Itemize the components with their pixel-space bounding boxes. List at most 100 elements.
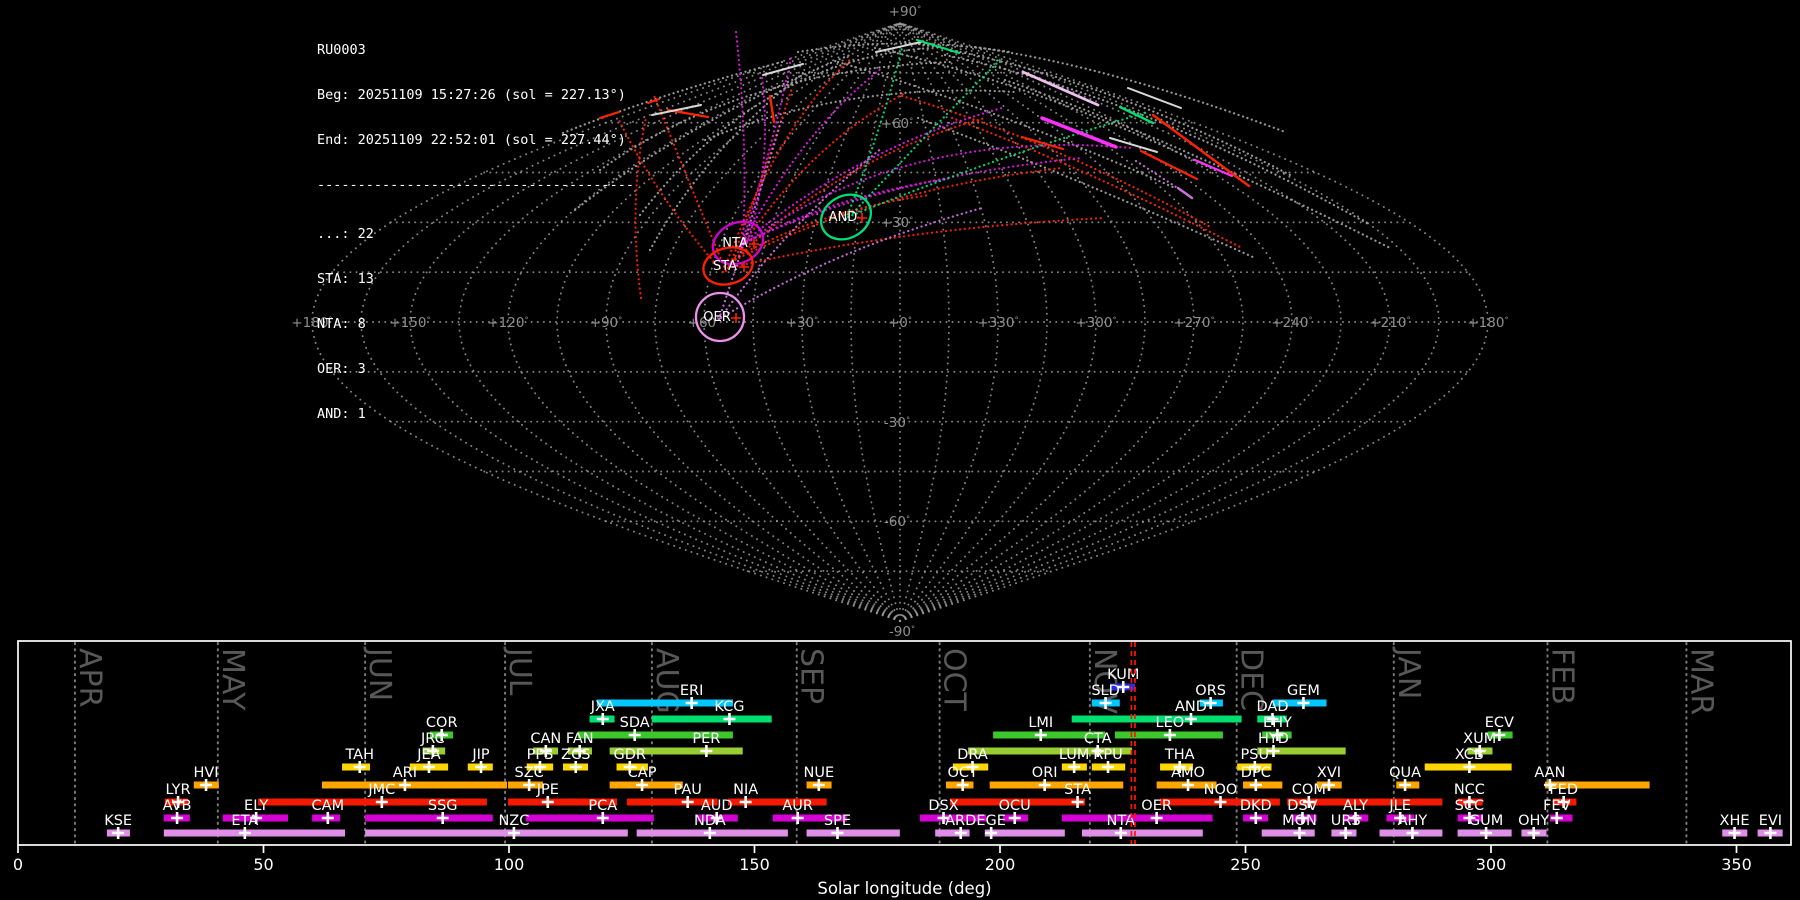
shower-label-OER: OER [1141,798,1172,814]
activity-timeline-chart: APR MAY JUN JUL AUG SEP OCT NOV DEC JAN FEB MARKUME… [13,640,1792,898]
shower-label-NCC: NCC [1454,782,1485,798]
shower-label-LYR: LYR [166,782,191,798]
shower-label-STA: STA [1064,782,1091,798]
shower-label-QUA: QUA [1389,765,1421,781]
month-label-JAN: JAN [1391,646,1426,699]
shower-label-PSU: PSU [1241,747,1270,763]
shower-label-AAN: AAN [1534,765,1565,781]
shower-bar-DPC [1243,781,1283,789]
month-label-SEP: SEP [794,648,829,704]
shower-bar-ETA [163,829,346,837]
shower-label-XVI: XVI [1317,765,1341,781]
shower-bar-NZC [365,829,628,837]
shower-label-GDR: GDR [614,747,646,763]
shower-label-EVI: EVI [1759,813,1782,829]
shower-label-JIP: JIP [471,747,490,763]
shower-label-ETA: ETA [231,813,258,829]
shower-bar-ARI [321,781,508,789]
shower-label-ARD: ARD [945,813,976,829]
month-label-MAR: MAR [1683,648,1718,715]
shower-label-TAH: TAH [344,747,374,763]
shower-label-JPE: JPE [536,782,559,798]
shower-label-HYD: HYD [1258,731,1289,747]
shower-label-SDA: SDA [620,715,650,731]
shower-label-GEM: GEM [1287,683,1320,699]
shower-label-OCU: OCU [999,798,1031,814]
shower-label-LEO: LEO [1156,715,1185,731]
shower-label-EGE: EGE [976,813,1006,829]
shower-label-KSE: KSE [104,813,132,829]
shower-bar-OER [1061,814,1213,822]
shower-label-PER: PER [692,731,720,747]
shower-bar-MON [1261,829,1315,837]
meteor-report-screen: +90° -90° +180° +150° +120° +90° +60° +30° +0° +3… [0,0,1800,900]
shower-bar-ORI [989,781,1124,789]
shower-label-SSG: SSG [428,798,458,814]
x-tick-label-200: 200 [985,855,1016,874]
shower-label-JXA: JXA [590,699,615,715]
shower-label-NOO: NOO [1204,782,1238,798]
shower-label-RPU: RPU [1093,747,1122,763]
month-label-OCT: OCT [937,648,972,712]
shower-label-THA: THA [1164,747,1195,763]
shower-label-FAN: FAN [566,731,594,747]
shower-label-FEV: FEV [1543,798,1571,814]
shower-label-ORS: ORS [1195,683,1226,699]
shower-label-XHE: XHE [1720,813,1750,829]
shower-label-PAU: PAU [674,782,702,798]
shower-label-PCA: PCA [588,798,617,814]
shower-bar-KCG [651,715,772,723]
x-tick-label-100: 100 [494,855,525,874]
shower-label-NUE: NUE [804,765,835,781]
shower-label-DKD: DKD [1240,798,1272,814]
x-axis-title: Solar longitude (deg) [817,879,991,898]
x-tick-label-350: 350 [1721,855,1752,874]
shower-label-NIA: NIA [733,782,758,798]
month-label-APR: APR [72,648,107,707]
shower-label-OCT: OCT [947,765,978,781]
shower-label-NZC: NZC [498,813,529,829]
shower-label-ORI: ORI [1032,765,1058,781]
shower-label-AVB: AVB [163,798,192,814]
shower-bar-NTA [1081,829,1203,837]
month-label-MAY: MAY [215,648,250,711]
shower-label-HVI: HVI [193,765,218,781]
shower-label-JMC: JMC [367,782,395,798]
x-tick-label-50: 50 [253,855,273,874]
x-tick-label-0: 0 [13,855,23,874]
shower-label-PPS: PPS [527,747,554,763]
shower-label-GUM: GUM [1469,813,1503,829]
shower-bar-SSG [365,814,493,822]
shower-label-SPE: SPE [824,813,851,829]
shower-label-NDA: NDA [694,813,726,829]
shower-label-XCB: XCB [1455,747,1484,763]
shower-label-LMI: LMI [1028,715,1053,731]
shower-label-CTA: CTA [1084,731,1112,747]
month-label-JUN: JUN [362,646,397,701]
x-tick-label-300: 300 [1476,855,1507,874]
shower-label-COM: COM [1292,782,1326,798]
shower-label-EHY: EHY [1263,715,1292,731]
shower-label-JLE: JLE [1388,798,1411,814]
month-label-JUL: JUL [502,646,537,696]
shower-label-DRA: DRA [957,747,988,763]
shower-label-JRC: JRC [420,731,445,747]
shower-label-DSV: DSV [1287,798,1317,814]
shower-label-OHY: OHY [1518,813,1549,829]
shower-bar-ERI [596,699,733,707]
shower-label-ECV: ECV [1485,715,1514,731]
shower-label-AUD: AUD [701,798,733,814]
shower-label-SZC: SZC [514,765,543,781]
shower-label-AUR: AUR [782,798,813,814]
shower-label-URS: URS [1331,813,1361,829]
x-tick-label-250: 250 [1230,855,1261,874]
shower-bar-SPE [806,829,900,837]
shower-label-XUM: XUM [1463,731,1496,747]
shower-label-LUM: LUM [1059,747,1089,763]
shower-label-DAD: DAD [1257,699,1289,715]
shower-label-ALY: ALY [1343,798,1368,814]
shower-label-MON: MON [1282,813,1317,829]
shower-label-FED: FED [1549,782,1578,798]
shower-label-ARI: ARI [393,765,417,781]
shower-label-SCC: SCC [1455,798,1484,814]
